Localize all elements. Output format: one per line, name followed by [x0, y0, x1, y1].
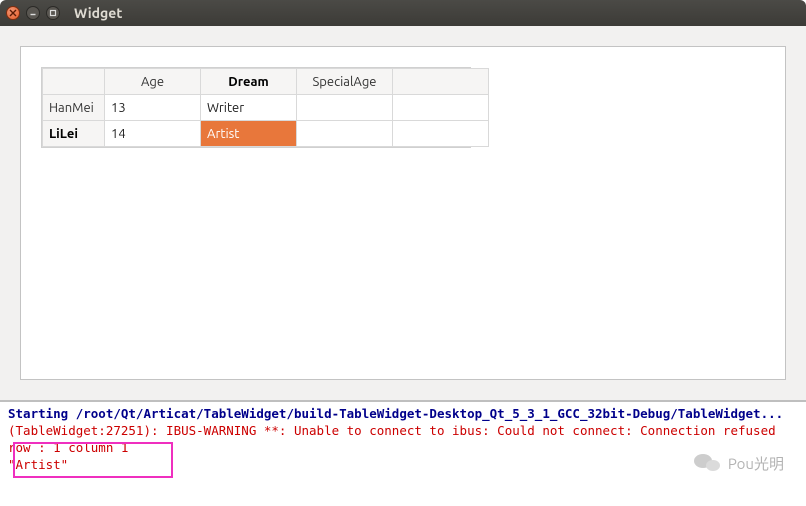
client-area: Age Dream SpecialAge HanMei 13 Writer [0, 26, 806, 400]
row-header[interactable]: HanMei [43, 95, 105, 121]
table-cell-spare [393, 121, 489, 147]
window-buttons [6, 6, 60, 20]
window-titlebar: Widget [0, 0, 806, 26]
header-corner[interactable] [43, 69, 105, 95]
window-title: Widget [74, 5, 122, 21]
cell-value: Writer [207, 101, 244, 115]
column-header-label: Age [141, 75, 164, 89]
table-cell[interactable]: Writer [201, 95, 297, 121]
cell-value: Artist [207, 127, 239, 141]
maximize-button[interactable] [46, 6, 60, 20]
cell-value: 13 [111, 101, 126, 115]
table-cell[interactable] [297, 121, 393, 147]
table-cell[interactable]: 13 [105, 95, 201, 121]
application-output[interactable]: Starting /root/Qt/Articat/TableWidget/bu… [0, 400, 806, 506]
column-header-row: Age Dream SpecialAge [43, 69, 489, 95]
column-header-label: SpecialAge [313, 75, 377, 89]
maximize-icon [49, 9, 57, 17]
wechat-icon [694, 452, 722, 474]
output-line: (TableWidget:27251): IBUS-WARNING **: Un… [8, 423, 800, 440]
watermark-text: Pou光明 [728, 453, 784, 474]
close-button[interactable] [6, 6, 20, 20]
table-row: LiLei 14 Artist [43, 121, 489, 147]
table-cell[interactable]: 14 [105, 121, 201, 147]
output-line: row : 1 column 1 [8, 440, 800, 457]
cell-value: 14 [111, 127, 126, 141]
minimize-button[interactable] [26, 6, 40, 20]
content-panel: Age Dream SpecialAge HanMei 13 Writer [20, 46, 786, 380]
table-cell[interactable] [297, 95, 393, 121]
row-header-label: LiLei [49, 127, 78, 141]
table-row: HanMei 13 Writer [43, 95, 489, 121]
table-widget[interactable]: Age Dream SpecialAge HanMei 13 Writer [41, 67, 471, 148]
column-header[interactable]: SpecialAge [297, 69, 393, 95]
close-icon [9, 9, 17, 17]
column-header[interactable]: Age [105, 69, 201, 95]
table-cell[interactable]: Artist [201, 121, 297, 147]
watermark: Pou光明 [694, 452, 784, 474]
output-line: "Artist" [8, 457, 800, 474]
column-header-spare [393, 69, 489, 95]
column-header-label: Dream [228, 75, 268, 89]
column-header[interactable]: Dream [201, 69, 297, 95]
output-line: Starting /root/Qt/Articat/TableWidget/bu… [8, 406, 800, 423]
row-header[interactable]: LiLei [43, 121, 105, 147]
minimize-icon [29, 9, 37, 17]
table-cell-spare [393, 95, 489, 121]
row-header-label: HanMei [49, 101, 94, 115]
